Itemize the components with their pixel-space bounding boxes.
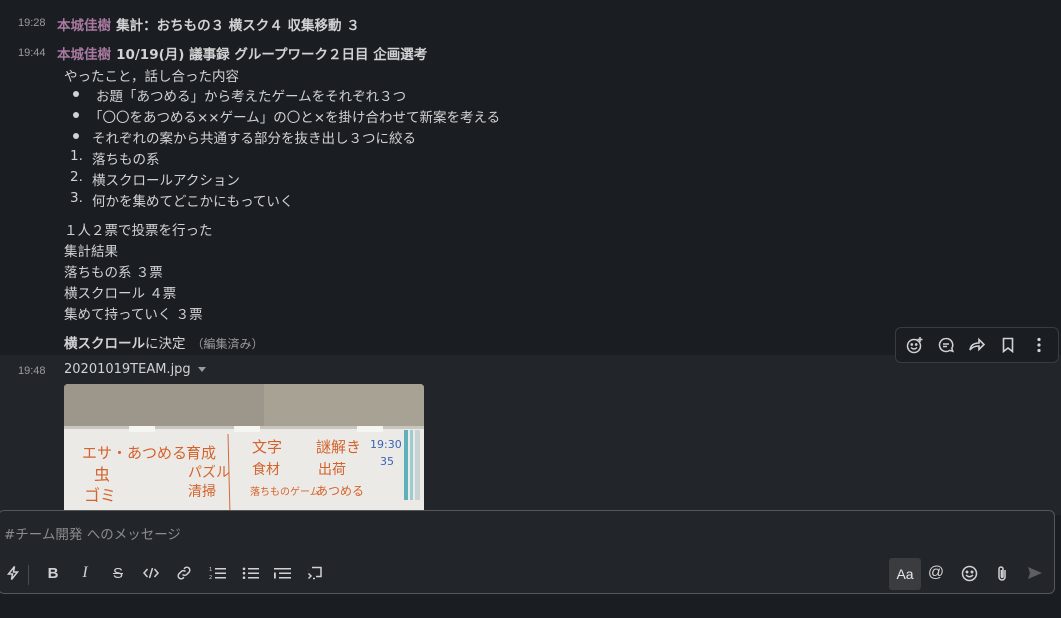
author-name[interactable]: 本城佳樹	[57, 47, 111, 63]
bold-icon[interactable]: B	[39, 559, 67, 587]
bullet-item: 「〇〇をあつめる××ゲーム」の〇と×を掛け合わせて新案を考える	[89, 110, 501, 126]
svg-text:2: 2	[209, 575, 212, 580]
emoji-icon[interactable]	[955, 559, 983, 587]
code-block-icon[interactable]	[301, 559, 329, 587]
wb-text: 出荷	[318, 462, 346, 478]
file-name[interactable]: 20201019TEAM.jpg	[64, 362, 191, 377]
blockquote-icon[interactable]	[268, 559, 296, 587]
bookmark-icon[interactable]	[994, 331, 1022, 359]
composer-toolbar: B I S 12 Aa @	[0, 555, 1054, 595]
list-number: 3.	[70, 190, 83, 206]
decision-rest: に決定	[145, 336, 186, 352]
ordered-list-icon[interactable]: 12	[203, 559, 231, 587]
message-header: 10/19(月) 議事録 グループワーク２日目 企画選考	[116, 47, 428, 63]
wb-text: パズル	[188, 465, 230, 481]
numbered-item: 何かを集めてどこかにもっていく	[92, 194, 294, 210]
wb-text: 虫	[94, 465, 110, 484]
file-title[interactable]: 20201019TEAM.jpg	[64, 362, 206, 377]
mention-icon[interactable]: @	[922, 559, 950, 587]
wb-note: 35	[380, 455, 394, 468]
wb-text: エサ・あつめる	[82, 444, 187, 462]
message-intro: やったこと，話し合った内容	[64, 69, 239, 85]
message-timestamp[interactable]: 19:44	[18, 47, 46, 59]
message-timestamp[interactable]: 19:48	[18, 365, 46, 377]
message-composer: #チーム開発 へのメッセージ B I S 12 Aa @	[0, 510, 1055, 594]
message-text: 集計：おちもの３ 横スク４ 収集移動 ３	[116, 18, 360, 34]
body-line: 横スクロール ４票	[64, 286, 177, 302]
bulleted-list-icon[interactable]	[236, 559, 264, 587]
wb-text: あつめる	[316, 484, 364, 498]
add-reaction-icon[interactable]	[901, 331, 929, 359]
bullet-item: それぞれの案から共通する部分を抜き出し３つに絞る	[92, 131, 416, 147]
bullet-dot	[73, 133, 79, 139]
wb-note: 19:30	[370, 438, 402, 451]
bullet-dot	[73, 91, 79, 97]
list-number: 2.	[70, 169, 83, 185]
link-icon[interactable]	[170, 559, 198, 587]
decision-line: 横スクロールに決定 （編集済み）	[64, 332, 264, 352]
wb-text: 育成	[186, 444, 216, 462]
numbered-item: 横スクロールアクション	[92, 173, 240, 189]
toolbar-divider	[28, 565, 29, 585]
body-line: 集めて持っていく ３票	[64, 307, 203, 323]
list-number: 1.	[70, 148, 83, 164]
attachment-icon[interactable]	[988, 559, 1016, 587]
strikethrough-icon[interactable]: S	[104, 559, 132, 587]
attached-image[interactable]: エサ・あつめる 育成 虫 パズル ゴミ 清掃 文字 食材 落ちものゲーム 謎解き…	[64, 384, 424, 515]
message-input[interactable]: #チーム開発 へのメッセージ	[4, 523, 181, 543]
body-line: 落ちもの系 ３票	[64, 265, 163, 281]
message-timestamp[interactable]: 19:28	[18, 17, 46, 29]
numbered-item: 落ちもの系	[92, 152, 160, 168]
wb-text: 落ちものゲーム	[250, 486, 320, 498]
wb-text: 文字	[252, 438, 282, 456]
body-line: １人２票で投票を行った	[64, 223, 213, 239]
whiteboard-photo: エサ・あつめる 育成 虫 パズル ゴミ 清掃 文字 食材 落ちものゲーム 謎解き…	[64, 384, 424, 515]
shortcuts-icon[interactable]	[0, 559, 27, 587]
decision-bold: 横スクロール	[64, 336, 145, 352]
wb-text: 食材	[252, 461, 280, 478]
formatting-toggle-button[interactable]: Aa	[889, 558, 921, 590]
code-icon[interactable]	[137, 559, 165, 587]
share-icon[interactable]	[963, 331, 991, 359]
reply-thread-icon[interactable]	[932, 331, 960, 359]
wb-text: 謎解き	[316, 438, 361, 456]
bullet-dot	[73, 112, 79, 118]
send-icon[interactable]	[1021, 559, 1049, 587]
more-icon[interactable]	[1025, 331, 1053, 359]
italic-icon[interactable]: I	[71, 559, 99, 587]
body-line: 集計結果	[64, 244, 118, 260]
message-actions-toolbar	[895, 327, 1059, 363]
wb-text: ゴミ	[84, 486, 116, 505]
author-name[interactable]: 本城佳樹	[57, 18, 111, 34]
svg-text:1: 1	[209, 567, 212, 573]
chevron-down-icon[interactable]	[197, 367, 206, 372]
edited-label: （編集済み）	[191, 337, 264, 351]
bullet-item: お題「あつめる」から考えたゲームをそれぞれ３つ	[96, 89, 407, 105]
wb-text: 清掃	[188, 483, 216, 500]
